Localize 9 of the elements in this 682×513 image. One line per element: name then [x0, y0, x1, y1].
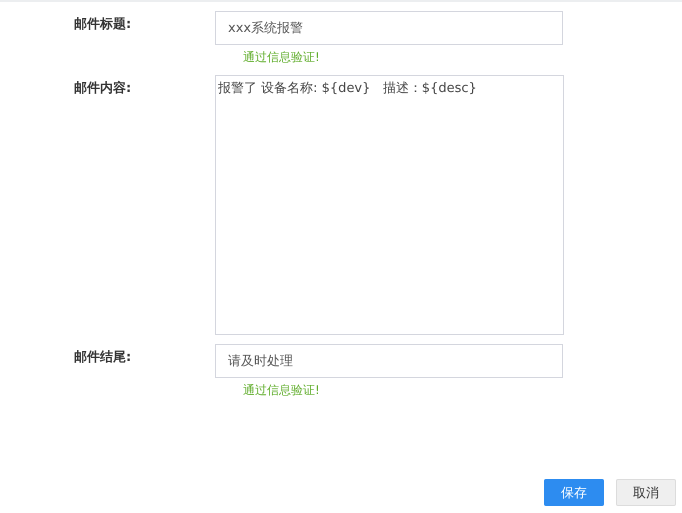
field-label: 邮件内容:	[73, 80, 132, 98]
text-area[interactable]: 报警了 设备名称: ${dev} 描述：${desc}	[215, 75, 564, 335]
field-label: 邮件结尾:	[73, 349, 132, 367]
validation-message: 通过信息验证!	[243, 49, 320, 66]
field-label: 邮件标题:	[73, 16, 132, 34]
validation-message: 通过信息验证!	[243, 382, 320, 399]
cancel-button[interactable]: 取消	[616, 479, 676, 506]
text-field[interactable]: 请及时处理	[215, 344, 563, 378]
text-field[interactable]: xxx系统报警	[215, 11, 563, 45]
